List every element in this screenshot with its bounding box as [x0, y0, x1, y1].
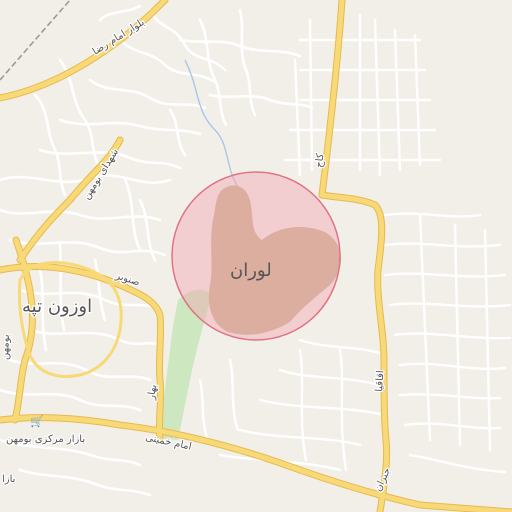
- highlight-label: لوران: [230, 260, 272, 281]
- district-label: اوزون تپه: [22, 296, 92, 317]
- shopping-cart-icon: 🛒: [30, 415, 44, 428]
- highlight-circle[interactable]: [171, 171, 341, 341]
- street-label-kaj: کاج: [314, 153, 326, 169]
- map-canvas[interactable]: بلوار امام رضا شهدای بومهن صنوبر بهار ام…: [0, 0, 512, 512]
- street-label-bahar: بهار: [146, 384, 159, 402]
- street-label-aghagia: اقاقیا: [374, 370, 386, 392]
- street-label-bumahen-west: بومهن: [0, 334, 12, 360]
- poi-label: بازار مرکزی بومهن: [6, 434, 85, 445]
- street-label-bazar: بازا: [2, 474, 15, 485]
- map-view[interactable]: بلوار امام رضا شهدای بومهن صنوبر بهار ام…: [0, 0, 512, 512]
